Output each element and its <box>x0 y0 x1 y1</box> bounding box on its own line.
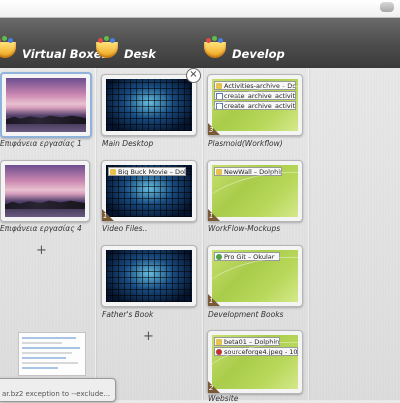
activity-caption: Father's Book <box>102 310 154 319</box>
activity-caption: Website <box>208 394 239 403</box>
activity-caption: Development Books <box>208 310 284 319</box>
activity-card[interactable]: beta01 – Dolphin sourceforge4.jpeg - 10 2… <box>207 330 303 394</box>
window-control-knob[interactable] <box>380 2 394 12</box>
add-activity-button[interactable]: + <box>143 329 154 344</box>
desktop-thumbnail <box>106 250 192 302</box>
tab-label: Desk <box>124 47 156 61</box>
window-entry[interactable]: NewWall – Dolphin <box>214 167 282 176</box>
window-title: sourceforge4.jpeg - 1024... <box>224 348 298 356</box>
folder-icon <box>216 339 222 345</box>
tooltip-popup: ar.bz2 exception to --exclude... <box>0 378 116 402</box>
activity-card[interactable]: Pro Git – Okular 1 <box>207 245 303 307</box>
window-title: beta01 – Dolphin <box>224 338 280 346</box>
add-activity-button[interactable]: + <box>36 243 47 258</box>
desktop-thumbnail <box>5 165 85 217</box>
window-title: NewWall – Dolphin <box>224 168 282 176</box>
window-entry[interactable]: beta01 – Dolphin <box>214 337 280 346</box>
task-count-badge: 1 <box>208 294 220 306</box>
task-count-badge: 1 <box>208 209 220 221</box>
activity-card[interactable] <box>101 74 197 136</box>
window-entry[interactable]: Big Buck Movie – Dolphin <box>108 167 186 176</box>
activity-caption: WorkFlow-Mockups <box>208 224 281 233</box>
document-icon <box>216 93 223 99</box>
activity-card[interactable]: Big Buck Movie – Dolphin 1 <box>101 160 197 222</box>
column-divider <box>202 68 203 400</box>
activity-caption: Video Files.. <box>102 224 148 233</box>
activity-bowl-icon <box>96 36 120 60</box>
window-entry[interactable]: create_archive_activities... <box>214 91 296 100</box>
desktop-thumbnail: beta01 – Dolphin sourceforge4.jpeg - 102… <box>212 335 298 389</box>
column-divider <box>308 68 309 400</box>
window-entry[interactable]: Pro Git – Okular <box>214 252 280 261</box>
activity-card[interactable]: Activities-archive – Dolphin create_arch… <box>207 74 303 136</box>
window-top-strip <box>0 0 400 18</box>
window-preview[interactable] <box>18 332 86 376</box>
document-icon <box>216 103 223 109</box>
desktop-thumbnail: Activities-archive – Dolphin create_arch… <box>212 79 298 131</box>
task-count-badge: 3 <box>208 123 220 135</box>
folder-icon <box>216 83 222 89</box>
activity-card[interactable] <box>0 160 90 222</box>
desktop-thumbnail: Pro Git – Okular <box>212 250 298 302</box>
activity-card[interactable] <box>101 245 197 307</box>
folder-icon <box>216 169 222 175</box>
folder-icon <box>110 169 116 175</box>
activity-bowl-icon <box>0 36 18 60</box>
column-divider <box>95 68 96 400</box>
window-title: create_archive_activities... <box>224 102 296 110</box>
tab-label: Develop <box>232 47 285 61</box>
activity-caption: Main Desktop <box>102 139 154 148</box>
window-entry[interactable]: create_archive_activities... <box>214 101 296 110</box>
window-title: Big Buck Movie – Dolphin <box>118 168 186 176</box>
desktop-thumbnail <box>6 78 86 132</box>
activity-caption: Επιφάνεια εργασίας 1 <box>0 139 82 148</box>
activity-caption: Επιφάνεια εργασίας 4 <box>0 224 82 233</box>
activity-card[interactable]: NewWall – Dolphin 1 <box>207 160 303 222</box>
window-title: create_archive_activities... <box>224 92 296 100</box>
window-title: Pro Git – Okular <box>224 253 275 261</box>
image-viewer-icon <box>216 349 222 355</box>
task-count-badge: 1 <box>102 209 114 221</box>
activity-bowl-icon <box>204 36 228 60</box>
window-entry[interactable]: Activities-archive – Dolphin <box>214 81 296 90</box>
close-icon[interactable]: × <box>186 68 201 83</box>
activity-tab-bar: Virtual Boxes Desk Develop <box>0 18 400 68</box>
task-count-badge: 2 <box>208 381 220 393</box>
desktop-thumbnail: Big Buck Movie – Dolphin <box>106 165 192 217</box>
window-entry[interactable]: sourceforge4.jpeg - 1024... <box>214 347 298 356</box>
desktop-thumbnail: NewWall – Dolphin <box>212 165 298 217</box>
activity-caption: Plasmoid(Workflow) <box>208 139 283 148</box>
tooltip-text: ar.bz2 exception to --exclude... <box>2 390 111 398</box>
activity-card[interactable] <box>0 72 92 138</box>
desktop-thumbnail <box>106 79 192 131</box>
window-title: Activities-archive – Dolphin <box>224 82 296 90</box>
okular-icon <box>216 254 222 260</box>
